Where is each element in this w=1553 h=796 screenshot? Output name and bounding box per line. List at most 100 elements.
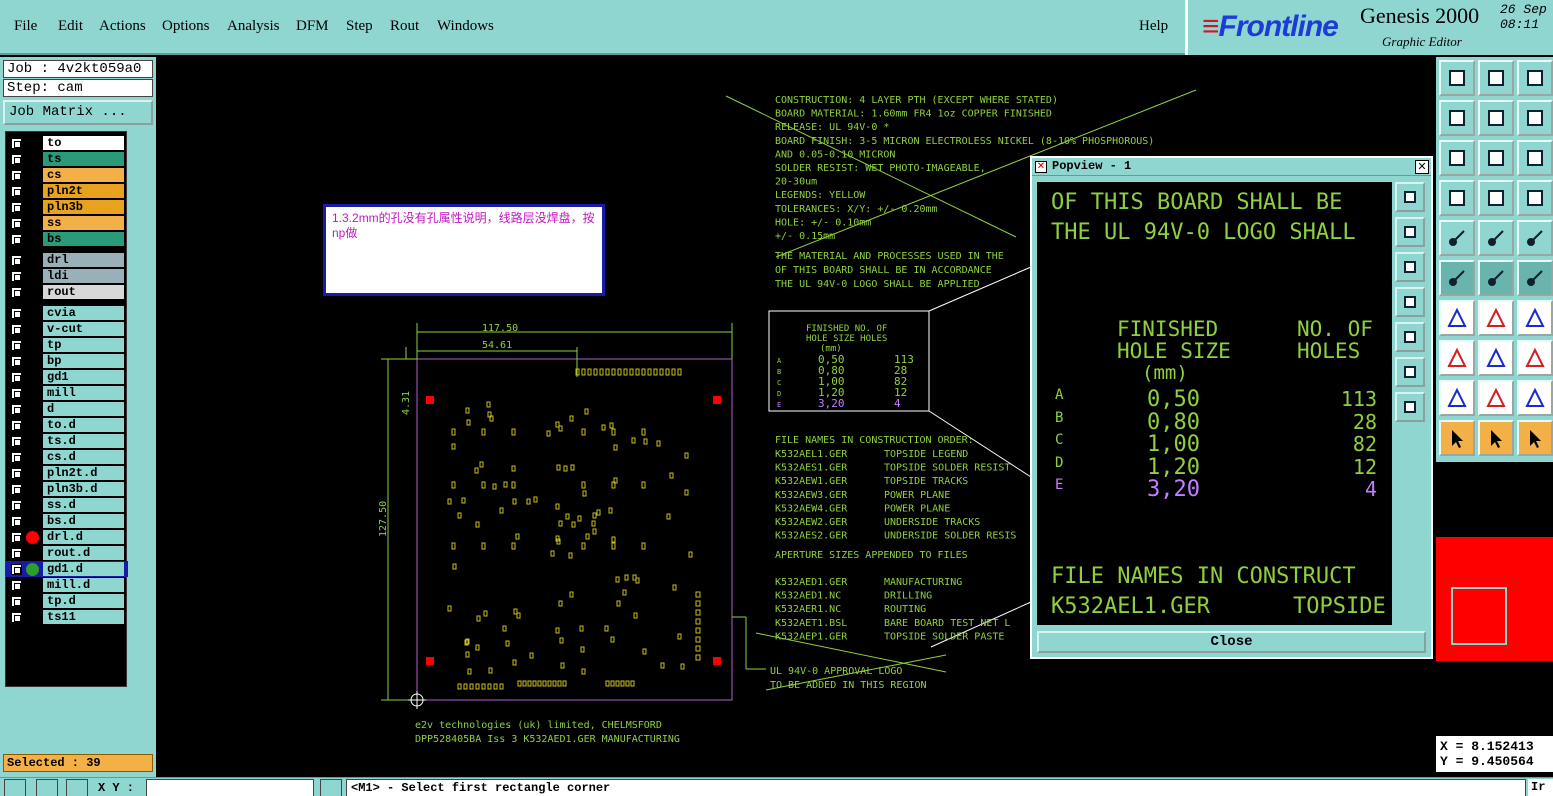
- cross-tool-button[interactable]: [36, 779, 58, 796]
- pan-button[interactable]: [1478, 140, 1514, 176]
- move-right-button[interactable]: [1478, 100, 1514, 136]
- layer-row[interactable]: cs: [6, 167, 128, 183]
- annotation-note[interactable]: 1.3.2mm的孔没有孔属性说明，线路层没焊盘，按np做: [323, 204, 605, 296]
- layer-name[interactable]: mill.d: [43, 578, 124, 592]
- layer-row[interactable]: drl.d: [6, 529, 128, 545]
- layer-name[interactable]: to: [43, 136, 124, 150]
- menu-rout[interactable]: Rout: [390, 18, 419, 35]
- line-button[interactable]: [1478, 300, 1514, 336]
- pv-zoom-in-button[interactable]: [1395, 217, 1425, 247]
- open-button[interactable]: [1439, 60, 1475, 96]
- measure-button[interactable]: [1517, 340, 1553, 376]
- layer-checkbox[interactable]: [11, 138, 22, 149]
- layer-row[interactable]: tp.d: [6, 593, 128, 609]
- snap-button[interactable]: [1517, 180, 1553, 216]
- layer-name[interactable]: rout: [43, 285, 124, 299]
- layer-checkbox[interactable]: [11, 340, 22, 351]
- undo-button[interactable]: [1517, 100, 1553, 136]
- layer-name[interactable]: bs: [43, 232, 124, 246]
- popview-close-button[interactable]: Close: [1037, 631, 1426, 653]
- layer-row[interactable]: cvia: [6, 305, 128, 321]
- layer-name[interactable]: ss.d: [43, 498, 124, 512]
- menu-dfm[interactable]: DFM: [296, 18, 329, 35]
- pv-fit-all-button[interactable]: [1395, 357, 1425, 387]
- layer-name[interactable]: cs.d: [43, 450, 124, 464]
- layer-name[interactable]: bs.d: [43, 514, 124, 528]
- layer-checkbox[interactable]: [11, 218, 22, 229]
- layer-row[interactable]: ts: [6, 151, 128, 167]
- layer-name[interactable]: tp: [43, 338, 124, 352]
- layer-name[interactable]: gd1: [43, 370, 124, 384]
- pv-zoom-out-button[interactable]: [1395, 252, 1425, 282]
- xy-input[interactable]: [146, 779, 314, 796]
- layer-checkbox[interactable]: [11, 564, 22, 575]
- triangle-button[interactable]: [1439, 380, 1475, 416]
- route-button[interactable]: [1517, 260, 1553, 296]
- layer-name[interactable]: pln2t.d: [43, 466, 124, 480]
- layer-name[interactable]: cs: [43, 168, 124, 182]
- layer-checkbox[interactable]: [11, 356, 22, 367]
- layer-row[interactable]: mill.d: [6, 577, 128, 593]
- layer-row[interactable]: pln3b.d: [6, 481, 128, 497]
- select-tool-button[interactable]: [4, 779, 26, 796]
- layer-row[interactable]: ss.d: [6, 497, 128, 513]
- layer-row[interactable]: bs: [6, 231, 128, 247]
- layer-checkbox[interactable]: [11, 255, 22, 266]
- layer-checkbox[interactable]: [11, 308, 22, 319]
- layer-name[interactable]: to.d: [43, 418, 124, 432]
- layer-row[interactable]: rout.d: [6, 545, 128, 561]
- layer-row[interactable]: to.d: [6, 417, 128, 433]
- layer-name[interactable]: pln2t: [43, 184, 124, 198]
- layer-name[interactable]: ts11: [43, 610, 124, 624]
- layer-checkbox[interactable]: [11, 202, 22, 213]
- layer-name[interactable]: gd1.d: [43, 562, 124, 576]
- overview-map[interactable]: [1436, 537, 1553, 661]
- layer-checkbox[interactable]: [11, 548, 22, 559]
- delete-button[interactable]: [1478, 260, 1514, 296]
- layer-list-scrollbar[interactable]: [129, 131, 153, 687]
- layer-name[interactable]: cvia: [43, 306, 124, 320]
- layer-row[interactable]: d: [6, 401, 128, 417]
- layer-checkbox[interactable]: [11, 468, 22, 479]
- layer-name[interactable]: drl: [43, 253, 124, 267]
- menu-actions[interactable]: Actions: [99, 18, 146, 35]
- layer-row[interactable]: bp: [6, 353, 128, 369]
- layer-checkbox[interactable]: [11, 420, 22, 431]
- layer-row[interactable]: ts11: [6, 609, 128, 625]
- layer-checkbox[interactable]: [11, 271, 22, 282]
- layer-row[interactable]: rout: [6, 284, 128, 300]
- layer-checkbox[interactable]: [11, 234, 22, 245]
- layer-checkbox[interactable]: [11, 596, 22, 607]
- layer-row[interactable]: pln3b: [6, 199, 128, 215]
- minus-button[interactable]: [1478, 340, 1514, 376]
- add-shape-button[interactable]: [1478, 220, 1514, 256]
- layer-checkbox[interactable]: [11, 154, 22, 165]
- layer-row[interactable]: ts.d: [6, 433, 128, 449]
- layer-row[interactable]: gd1: [6, 369, 128, 385]
- menu-file[interactable]: File: [14, 18, 37, 35]
- ruler-button[interactable]: [1517, 220, 1553, 256]
- layer-name[interactable]: d: [43, 402, 124, 416]
- grid-button[interactable]: [1478, 180, 1514, 216]
- menu-step[interactable]: Step: [346, 18, 373, 35]
- layer-row[interactable]: tp: [6, 337, 128, 353]
- layer-name[interactable]: ts: [43, 152, 124, 166]
- layer-checkbox[interactable]: [11, 186, 22, 197]
- connect-button[interactable]: [1439, 260, 1475, 296]
- layer-name[interactable]: pln3b: [43, 200, 124, 214]
- layer-name[interactable]: drl.d: [43, 530, 124, 544]
- menu-help[interactable]: Help: [1139, 18, 1168, 35]
- layer-name[interactable]: tp.d: [43, 594, 124, 608]
- pointer-button[interactable]: [1439, 420, 1475, 456]
- layer-row[interactable]: pln2t: [6, 183, 128, 199]
- layer-name[interactable]: mill: [43, 386, 124, 400]
- layer-row[interactable]: pln2t.d: [6, 465, 128, 481]
- popview-zoom-view[interactable]: OF THIS BOARD SHALL BE THE UL 94V-0 LOGO…: [1037, 182, 1392, 625]
- layer-name[interactable]: ss: [43, 216, 124, 230]
- layer-checkbox[interactable]: [11, 452, 22, 463]
- pv-pan-left-button[interactable]: [1395, 287, 1425, 317]
- layer-row[interactable]: v-cut: [6, 321, 128, 337]
- layer-checkbox[interactable]: [11, 516, 22, 527]
- pv-pan-right-button[interactable]: [1395, 322, 1425, 352]
- layer-checkbox[interactable]: [11, 404, 22, 415]
